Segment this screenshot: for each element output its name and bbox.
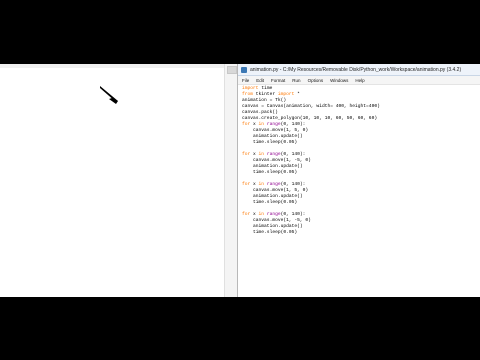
menu-format[interactable]: Format [271,78,285,83]
menu-help[interactable]: Help [355,78,364,83]
tk-animation-window [0,64,237,297]
code-line: time.sleep(0.05) [242,230,298,235]
title-bar[interactable]: animation.py - C:/My Resources/Removable… [238,64,480,76]
window-title: animation.py - C:/My Resources/Removable… [250,66,462,73]
code-text[interactable]: import time from tkinter import * animatio… [238,85,480,236]
tk-canvas[interactable] [0,68,236,297]
scrollbar-thumb[interactable] [227,66,237,74]
menu-bar: File Edit Format Run Options Windows Hel… [238,76,480,85]
menu-edit[interactable]: Edit [256,78,264,83]
menu-file[interactable]: File [242,78,249,83]
canvas-scrollbar[interactable] [224,64,237,297]
screen: animation.py - C:/My Resources/Removable… [0,64,480,297]
menu-run[interactable]: Run [292,78,300,83]
idle-editor-window: animation.py - C:/My Resources/Removable… [237,64,480,297]
menu-windows[interactable]: Windows [330,78,348,83]
menu-options[interactable]: Options [308,78,324,83]
arrow-shape [100,86,118,104]
python-icon [241,66,247,73]
code-editor[interactable]: import time from tkinter import * animatio… [238,85,480,297]
